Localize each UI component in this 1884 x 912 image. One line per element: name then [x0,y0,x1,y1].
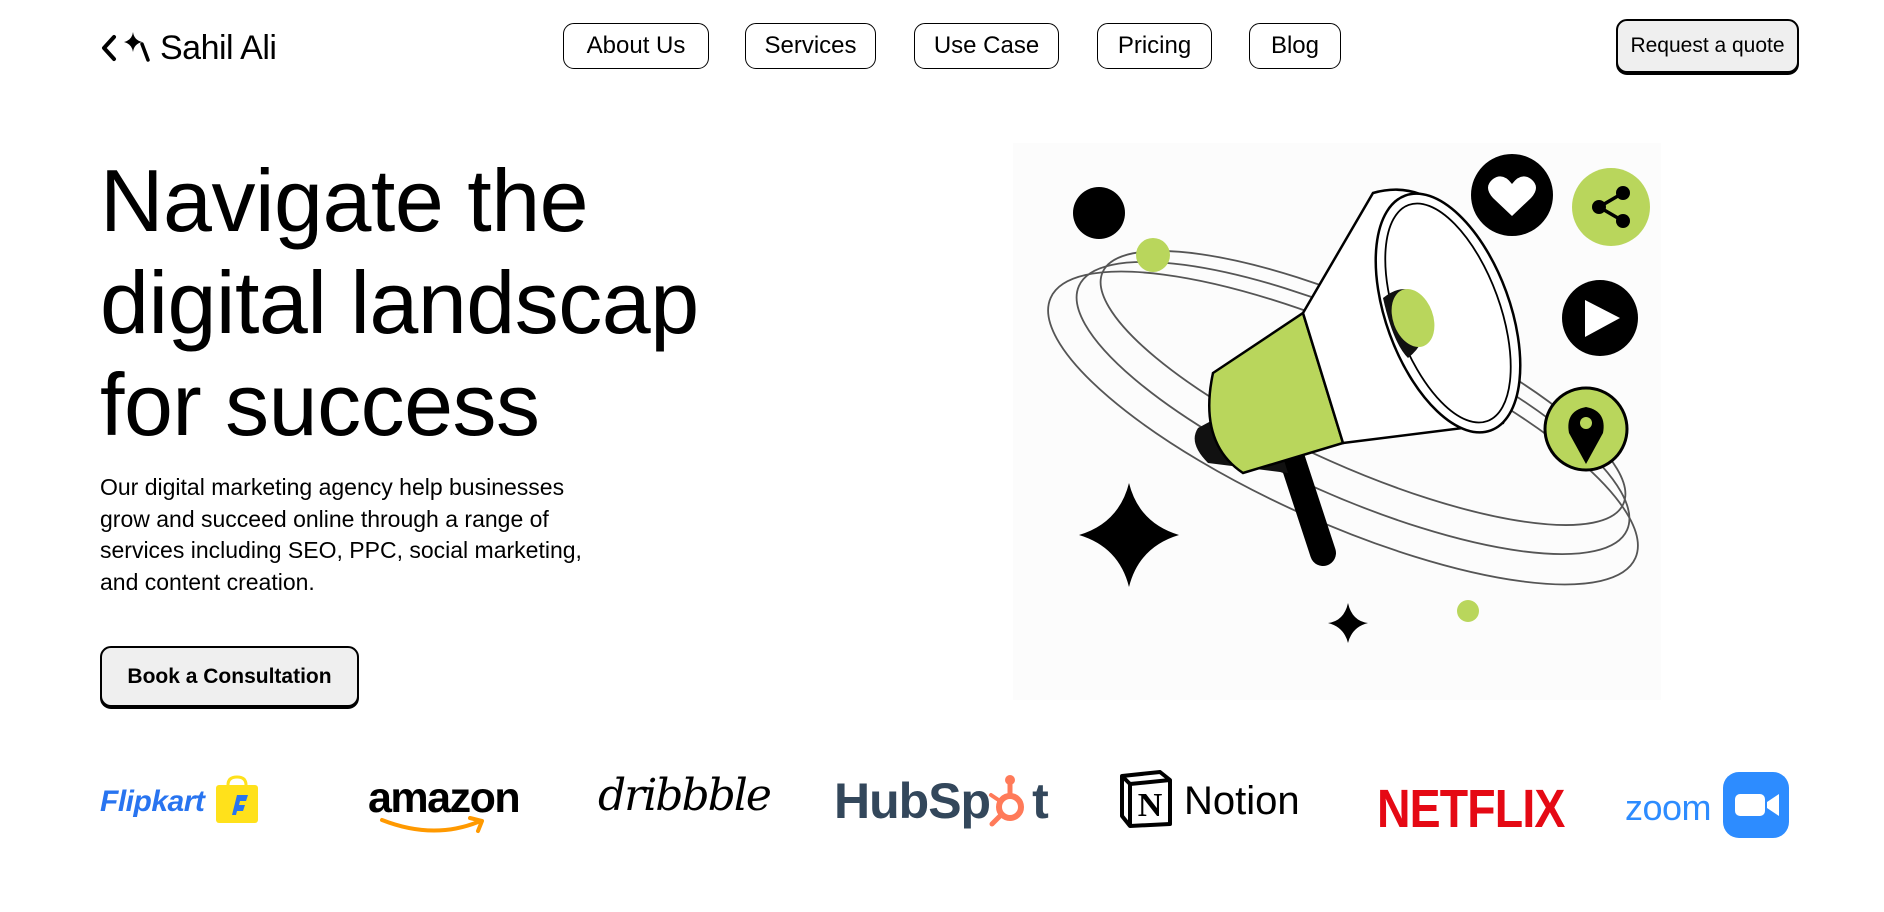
hubspot-wordmark-start: HubSp [834,773,991,829]
flipkart-wordmark: Flipkart [100,785,205,818]
hero-title: Navigate the digital landscap for succes… [100,150,720,456]
notion-logo: N Notion [1118,770,1300,833]
notion-wordmark: Notion [1184,779,1300,823]
hero-description: Our digital marketing agency help busine… [100,474,582,595]
nav-pricing[interactable]: Pricing [1097,23,1212,69]
flipkart-logo: Flipkart [100,774,260,830]
megaphone-illustration [1013,143,1661,700]
brand-name: Sahil Ali [160,28,277,67]
zoom-camera-icon [1723,772,1790,843]
nav-use-case[interactable]: Use Case [914,23,1059,69]
sparkle-icon [124,32,150,64]
book-consultation-button[interactable]: Book a Consultation [100,646,359,707]
amazon-smile-icon [380,816,484,833]
flipkart-bag-icon [214,774,260,830]
amazon-wordmark: amazon [368,774,521,822]
brand-logo[interactable]: Sahil Ali [100,28,277,68]
zoom-logo: zoom [1625,772,1790,843]
netflix-logo: NETFLIX [1377,778,1595,840]
location-pin-icon [1543,386,1629,472]
share-icon [1572,168,1650,246]
amazon-logo: amazon [368,774,521,838]
hubspot-logo: HubSp t [834,772,1049,830]
small-green-dot [1457,600,1479,622]
zoom-wordmark: zoom [1625,786,1712,828]
green-dot [1136,238,1170,272]
hero-title-line-2: digital landscap [100,253,699,352]
star-sparkle-icon [1079,483,1179,587]
nav-about-us[interactable]: About Us [563,23,709,69]
hubspot-sprocket-icon [989,775,1025,827]
nav-services[interactable]: Services [745,23,876,69]
nav-blog[interactable]: Blog [1249,23,1341,69]
hubspot-wordmark-end: t [1032,773,1049,829]
dribbble-logo: dribbble [598,770,772,821]
play-icon [1562,280,1638,356]
svg-text:N: N [1138,787,1163,824]
black-dot [1073,187,1125,239]
heart-icon [1471,154,1553,236]
netflix-wordmark: NETFLIX [1377,779,1565,839]
hero-title-line-1: Navigate the [100,151,589,250]
notion-icon: N [1118,770,1174,833]
dribbble-wordmark: dribbble [598,770,772,821]
request-quote-button[interactable]: Request a quote [1616,19,1799,73]
code-chevron-icon [100,34,118,62]
small-star-sparkle-icon [1328,603,1368,643]
hero-title-line-3: for success [100,355,540,454]
